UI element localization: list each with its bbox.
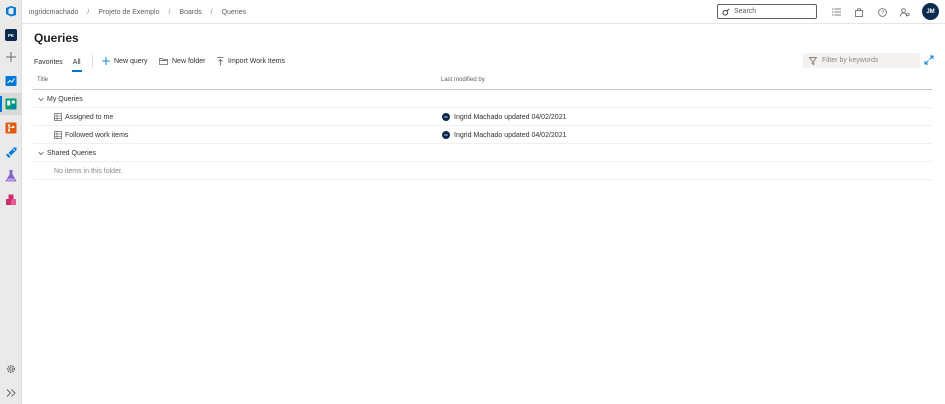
svg-text:?: ? <box>880 10 883 16</box>
boards-icon[interactable] <box>0 93 22 115</box>
filter-by-keywords-input[interactable]: Filter by keywords <box>803 53 920 68</box>
filter-funnel-icon <box>809 56 817 65</box>
breadcrumb-queries[interactable]: Queries <box>222 9 247 16</box>
marketplace-bag-icon[interactable] <box>852 5 866 19</box>
top-bar: ingridcmachado / Projeto de Exemplo / Bo… <box>0 0 945 24</box>
settings-list-icon[interactable] <box>829 5 843 19</box>
full-screen-expand-icon[interactable] <box>924 55 934 65</box>
tab-favorites[interactable]: Favorites <box>34 54 63 70</box>
avatar[interactable]: JM <box>922 3 939 20</box>
azure-devops-logo[interactable] <box>0 0 22 22</box>
page-title: Queries <box>34 31 79 45</box>
chevron-down-icon[interactable] <box>38 97 44 102</box>
folder-row-shared-queries[interactable]: Shared Queries <box>33 144 932 162</box>
pivot-tabs: Favorites All <box>34 54 91 72</box>
queries-table-header: Title Last modified by <box>33 73 932 90</box>
filter-placeholder: Filter by keywords <box>822 57 879 64</box>
search-placeholder: Search <box>734 8 757 15</box>
breadcrumb-boards[interactable]: Boards <box>179 9 201 16</box>
import-work-items-button[interactable]: Import Work Items <box>217 54 285 68</box>
folder-name: Shared Queries <box>47 149 97 157</box>
breadcrumb-separator: / <box>168 8 171 16</box>
project-badge[interactable]: PE <box>0 24 22 46</box>
table-row[interactable]: Followed work items IM Ingrid Machado up… <box>33 126 932 144</box>
query-grid-icon <box>54 113 62 121</box>
add-icon[interactable] <box>0 46 22 68</box>
column-title[interactable]: Title <box>37 77 48 83</box>
new-folder-label: New folder <box>172 57 206 65</box>
tab-divider <box>92 55 93 68</box>
artifacts-icon[interactable] <box>0 189 22 211</box>
empty-folder-message: No items in this folder. <box>54 167 123 175</box>
tab-all[interactable]: All <box>71 54 82 72</box>
import-work-items-label: Import Work Items <box>228 57 286 65</box>
breadcrumb-org[interactable]: ingridcmachado <box>29 9 78 16</box>
new-query-label: New query <box>114 57 148 65</box>
folder-name: My Queries <box>47 95 83 103</box>
query-grid-icon <box>54 131 62 139</box>
avatar: IM <box>442 113 450 121</box>
query-name-link[interactable]: Followed work items <box>65 132 128 139</box>
new-query-button[interactable]: New query <box>102 54 147 68</box>
plus-icon <box>102 57 110 65</box>
breadcrumb-separator: / <box>87 8 90 16</box>
help-icon[interactable]: ? <box>875 5 889 19</box>
last-modified-text: Ingrid Machado updated 04/02/2021 <box>454 131 567 139</box>
folder-row-my-queries[interactable]: My Queries <box>33 90 932 108</box>
avatar: IM <box>442 131 450 139</box>
query-name-link[interactable]: Assigned to me <box>65 114 113 121</box>
last-modified-text: Ingrid Machado updated 04/02/2021 <box>454 113 567 121</box>
project-settings-gear-icon[interactable] <box>0 358 22 380</box>
test-plans-icon[interactable] <box>0 165 22 187</box>
left-navigation-rail: PE <box>0 0 22 404</box>
column-last-modified[interactable]: Last modified by <box>441 77 485 83</box>
breadcrumb: ingridcmachado / Projeto de Exemplo / Bo… <box>29 0 246 24</box>
search-icon <box>722 7 730 16</box>
upload-icon <box>217 56 224 65</box>
project-initials: PE <box>5 29 17 41</box>
overview-icon[interactable] <box>0 70 22 92</box>
pipelines-icon[interactable] <box>0 142 22 164</box>
breadcrumb-project[interactable]: Projeto de Exemplo <box>98 9 159 16</box>
breadcrumb-separator: / <box>210 8 213 16</box>
user-settings-icon[interactable] <box>898 5 912 19</box>
empty-folder-row: No items in this folder. <box>33 162 932 180</box>
search-box[interactable]: Search <box>717 4 817 19</box>
new-folder-button[interactable]: New folder <box>159 54 205 68</box>
table-row[interactable]: Assigned to me IM Ingrid Machado updated… <box>33 108 932 126</box>
chevron-down-icon[interactable] <box>38 151 44 156</box>
expand-rail-chevrons-icon[interactable] <box>0 382 22 404</box>
repos-icon[interactable] <box>0 117 22 139</box>
folder-icon <box>159 57 168 65</box>
